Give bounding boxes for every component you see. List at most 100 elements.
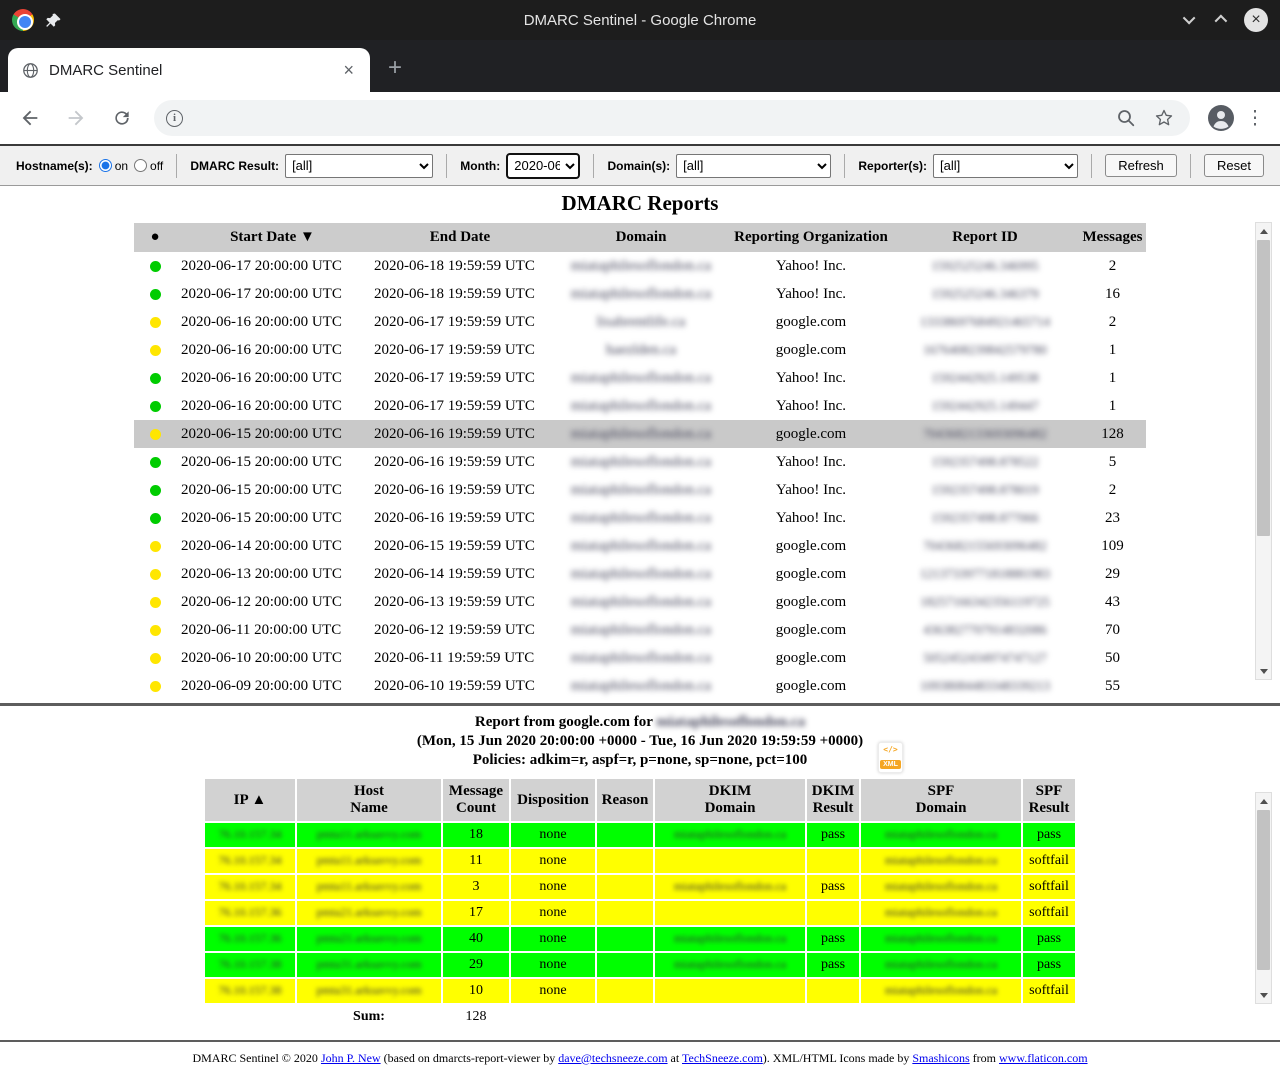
report-messages: 109 <box>1079 532 1146 560</box>
browser-menu-button[interactable]: ⋮ <box>1240 107 1270 130</box>
report-row[interactable]: 2020-06-16 20:00:00 UTC2020-06-17 19:59:… <box>134 308 1146 336</box>
report-end-date: 2020-06-17 19:59:59 UTC <box>369 308 551 336</box>
footer-text-segment: DMARC Sentinel © 2020 <box>192 1051 320 1065</box>
hostname-on-option[interactable]: on <box>99 159 128 173</box>
report-row[interactable]: 2020-06-13 20:00:00 UTC2020-06-14 19:59:… <box>134 560 1146 588</box>
zoom-button[interactable] <box>1112 104 1140 132</box>
scrollbar-thumb[interactable] <box>1257 810 1270 970</box>
report-domain: lisabrentlife.ca <box>551 308 731 336</box>
report-row[interactable]: 2020-06-16 20:00:00 UTC2020-06-17 19:59:… <box>134 392 1146 420</box>
back-button[interactable] <box>10 98 50 138</box>
col-spf-domain[interactable]: SPF Domain <box>860 778 1022 822</box>
scrollbar-track[interactable] <box>1256 239 1271 663</box>
reload-button[interactable] <box>102 98 142 138</box>
report-row[interactable]: 2020-06-10 20:00:00 UTC2020-06-11 19:59:… <box>134 644 1146 672</box>
dkim-result <box>806 848 860 874</box>
scrollbar-thumb[interactable] <box>1257 240 1270 536</box>
report-row[interactable]: 2020-06-15 20:00:00 UTC2020-06-16 19:59:… <box>134 448 1146 476</box>
titlebar-left <box>12 9 232 31</box>
scrollbar-track[interactable] <box>1256 809 1271 987</box>
tab-dmarc-sentinel[interactable]: DMARC Sentinel × <box>8 48 370 92</box>
col-message-count[interactable]: Message Count <box>442 778 510 822</box>
report-row[interactable]: 2020-06-15 20:00:00 UTC2020-06-16 19:59:… <box>134 420 1146 448</box>
col-report-id[interactable]: Report ID <box>891 223 1079 252</box>
col-dkim-domain[interactable]: DKIM Domain <box>654 778 806 822</box>
scroll-down-button[interactable] <box>1256 663 1271 679</box>
filter-bar: Hostname(s): on off DMARC Result: [all] … <box>0 144 1280 186</box>
footer-link[interactable]: www.flaticon.com <box>999 1051 1088 1065</box>
reporter-select[interactable]: [all] <box>933 154 1078 178</box>
report-row[interactable]: 2020-06-15 20:00:00 UTC2020-06-16 19:59:… <box>134 504 1146 532</box>
hostname-off-radio[interactable] <box>134 159 147 172</box>
report-row[interactable]: 2020-06-14 20:00:00 UTC2020-06-15 19:59:… <box>134 532 1146 560</box>
close-window-button[interactable]: × <box>1244 8 1268 32</box>
detail-header-prefix: Report from google.com for <box>475 714 656 730</box>
profile-avatar[interactable] <box>1208 105 1234 131</box>
spf-domain: miataphilesoflondon.ca <box>860 848 1022 874</box>
new-tab-button[interactable]: + <box>388 56 402 80</box>
col-messages[interactable]: Messages <box>1079 223 1146 252</box>
xml-file-icon[interactable]: </> XML <box>878 742 903 773</box>
report-row[interactable]: 2020-06-16 20:00:00 UTC2020-06-17 19:59:… <box>134 364 1146 392</box>
forward-button[interactable] <box>56 98 96 138</box>
bookmark-button[interactable] <box>1150 104 1178 132</box>
col-disposition[interactable]: Disposition <box>510 778 596 822</box>
dkim-domain: miataphilesoflondon.ca <box>654 926 806 952</box>
col-spf-result[interactable]: SPF Result <box>1022 778 1076 822</box>
col-host-name[interactable]: Host Name <box>296 778 442 822</box>
report-org: Yahoo! Inc. <box>731 504 891 532</box>
message-count: 17 <box>442 900 510 926</box>
reports-scrollbar[interactable] <box>1255 222 1272 680</box>
report-messages: 1 <box>1079 336 1146 364</box>
col-reason[interactable]: Reason <box>596 778 654 822</box>
detail-scrollbar[interactable] <box>1255 792 1272 1004</box>
report-id: 13338697684921465714 <box>891 308 1079 336</box>
footer-link[interactable]: Smashicons <box>912 1051 969 1065</box>
report-domain: miataphilesoflondon.ca <box>551 420 731 448</box>
col-dkim-result[interactable]: DKIM Result <box>806 778 860 822</box>
hostname-on-radio[interactable] <box>99 159 112 172</box>
report-id: 18257166342356119725 <box>891 588 1079 616</box>
col-ip[interactable]: IP ▲ <box>204 778 296 822</box>
report-messages: 29 <box>1079 560 1146 588</box>
minimize-button[interactable] <box>1186 11 1195 29</box>
report-domain: miataphilesoflondon.ca <box>551 616 731 644</box>
report-domain: miataphilesoflondon.ca <box>551 504 731 532</box>
report-row[interactable]: 2020-06-17 20:00:00 UTC2020-06-18 19:59:… <box>134 252 1146 280</box>
report-row[interactable]: 2020-06-16 20:00:00 UTC2020-06-17 19:59:… <box>134 336 1146 364</box>
col-domain[interactable]: Domain <box>551 223 731 252</box>
report-row[interactable]: 2020-06-12 20:00:00 UTC2020-06-13 19:59:… <box>134 588 1146 616</box>
domain-select[interactable]: [all] <box>676 154 831 178</box>
footer-link[interactable]: John P. New <box>321 1051 381 1065</box>
footer-link[interactable]: TechSneeze.com <box>682 1051 763 1065</box>
scroll-down-button[interactable] <box>1256 987 1271 1003</box>
reports-header-row: ● Start Date ▼ End Date Domain Reporting… <box>134 223 1146 252</box>
report-row[interactable]: 2020-06-17 20:00:00 UTC2020-06-18 19:59:… <box>134 280 1146 308</box>
report-row[interactable]: 2020-06-09 20:00:00 UTC2020-06-10 19:59:… <box>134 672 1146 700</box>
reporter-label: Reporter(s): <box>858 159 927 173</box>
report-row[interactable]: 2020-06-15 20:00:00 UTC2020-06-16 19:59:… <box>134 476 1146 504</box>
scroll-up-button[interactable] <box>1256 223 1271 239</box>
tab-close-button[interactable]: × <box>337 59 360 81</box>
hostname-off-option[interactable]: off <box>134 159 163 173</box>
report-status-cell <box>134 392 176 420</box>
col-reporting-organization[interactable]: Reporting Organization <box>731 223 891 252</box>
col-end-date[interactable]: End Date <box>369 223 551 252</box>
report-domain: miataphilesoflondon.ca <box>551 588 731 616</box>
reset-button[interactable]: Reset <box>1204 154 1264 177</box>
dmarc-result-select[interactable]: [all] <box>285 154 433 178</box>
footer-link[interactable]: dave@techsneeze.com <box>558 1051 667 1065</box>
report-messages: 70 <box>1079 616 1146 644</box>
month-select[interactable]: 2020-06 <box>506 153 580 179</box>
refresh-button[interactable]: Refresh <box>1105 154 1177 177</box>
report-start-date: 2020-06-16 20:00:00 UTC <box>176 392 369 420</box>
maximize-button[interactable] <box>1215 11 1224 29</box>
report-messages: 55 <box>1079 672 1146 700</box>
dmarc-result-label: DMARC Result: <box>190 159 279 173</box>
address-bar[interactable]: i <box>154 100 1190 136</box>
month-label: Month: <box>460 159 500 173</box>
scroll-up-button[interactable] <box>1256 793 1271 809</box>
col-start-date[interactable]: Start Date ▼ <box>176 223 369 252</box>
site-info-icon[interactable]: i <box>166 110 183 127</box>
report-row[interactable]: 2020-06-11 20:00:00 UTC2020-06-12 19:59:… <box>134 616 1146 644</box>
